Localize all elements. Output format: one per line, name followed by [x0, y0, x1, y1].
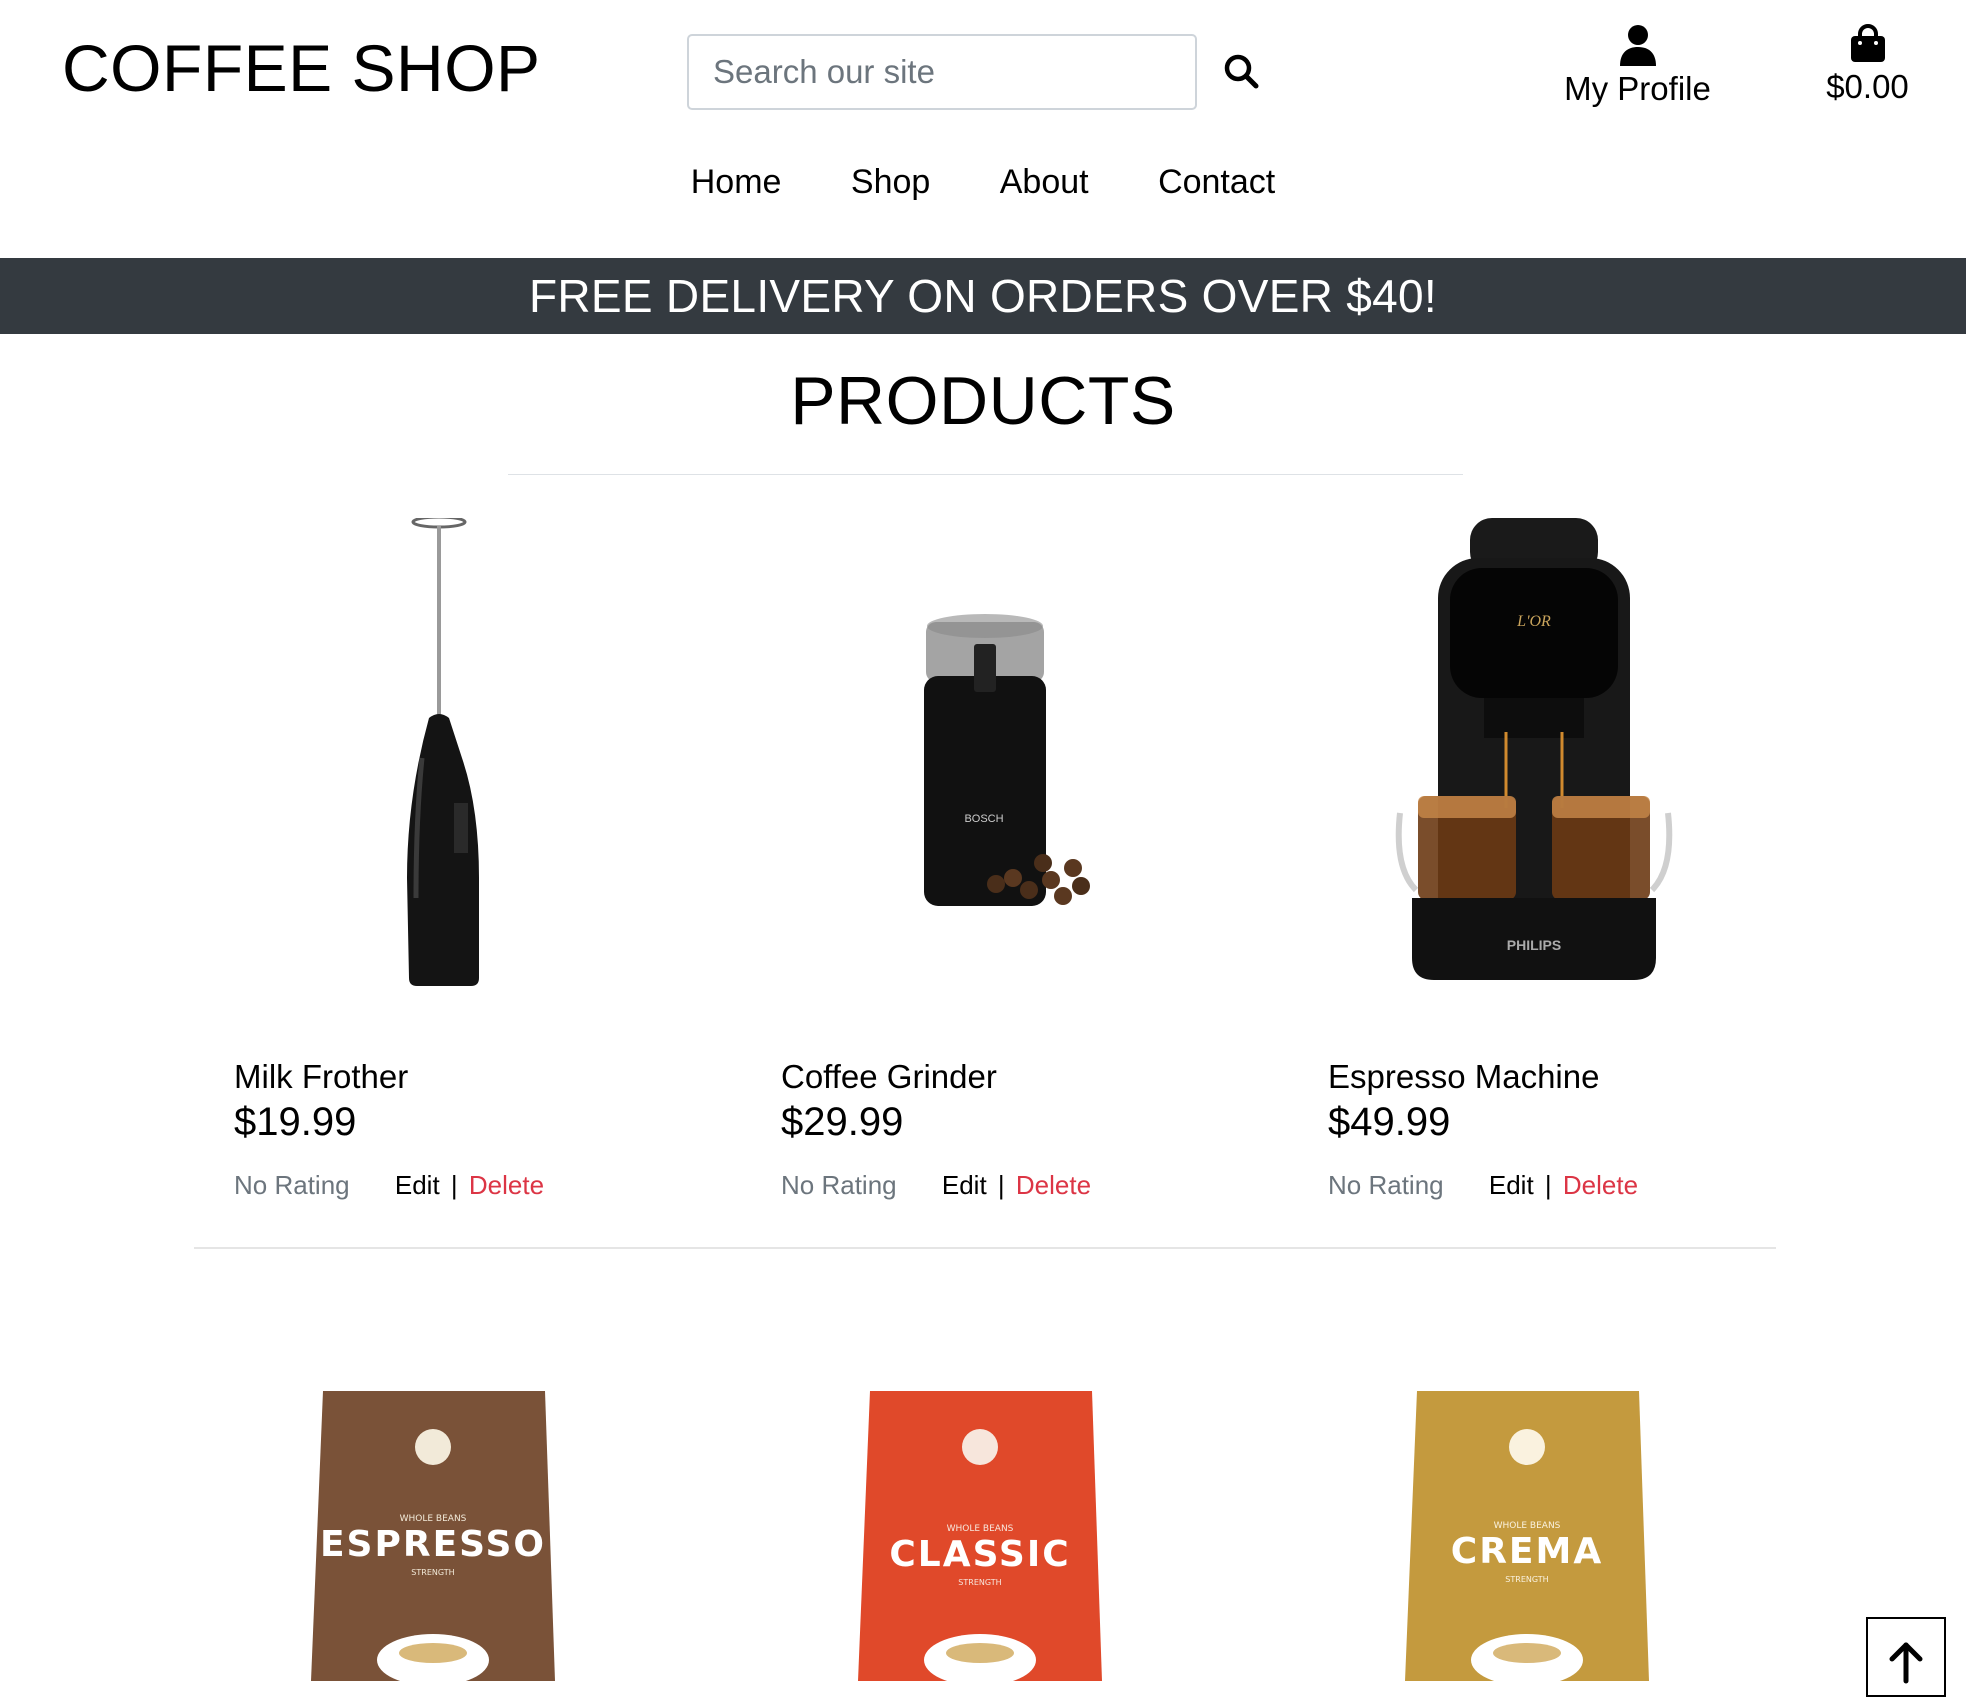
espresso-machine-image[interactable]: L'OR PHILIPS: [1328, 518, 1848, 998]
bag-tagline: WHOLE BEANS: [1494, 1521, 1561, 1531]
shopping-bag-icon: [1850, 24, 1885, 62]
edit-link[interactable]: Edit: [395, 1170, 440, 1200]
divider: [194, 1247, 1776, 1249]
search-input[interactable]: [687, 34, 1197, 110]
product-meta: No Rating Edit | Delete: [1328, 1170, 1638, 1201]
bag-tagline: WHOLE BEANS: [400, 1514, 467, 1524]
coffee-grinder-image[interactable]: BOSCH: [781, 518, 1301, 998]
product-rating: No Rating: [781, 1170, 897, 1200]
machine-brand: PHILIPS: [1507, 937, 1561, 953]
bag-tagline: WHOLE BEANS: [947, 1524, 1014, 1534]
bag-strength-label: STRENGTH: [1505, 1575, 1548, 1584]
bag-name: CREMA: [1451, 1531, 1603, 1572]
product-name[interactable]: Milk Frother: [234, 1058, 408, 1096]
milk-frother-image[interactable]: [234, 518, 754, 998]
nav-contact[interactable]: Contact: [1158, 163, 1275, 202]
separator: |: [450, 1170, 458, 1200]
search-icon: [1224, 54, 1259, 89]
page-title: PRODUCTS: [790, 363, 1176, 439]
my-profile-link[interactable]: My Profile: [1560, 24, 1715, 108]
user-icon: [1619, 25, 1656, 66]
bag-total: $0.00: [1826, 68, 1909, 105]
product-price: $29.99: [781, 1100, 904, 1144]
site-logo-text[interactable]: COFFEE SHOP: [62, 30, 541, 106]
classic-bag-image[interactable]: WHOLE BEANS CLASSIC STRENGTH: [830, 1385, 1130, 1685]
edit-link[interactable]: Edit: [1489, 1170, 1534, 1200]
divider: [508, 474, 1463, 475]
delete-link[interactable]: Delete: [1016, 1170, 1091, 1200]
bag-strength-label: STRENGTH: [958, 1578, 1001, 1587]
product-name[interactable]: Coffee Grinder: [781, 1058, 997, 1096]
search-button[interactable]: [1222, 52, 1262, 92]
machine-logo: L'OR: [1516, 613, 1551, 630]
grinder-brand: BOSCH: [964, 813, 1003, 825]
separator: |: [997, 1170, 1005, 1200]
edit-link[interactable]: Edit: [942, 1170, 987, 1200]
main-nav: Home Shop About Contact: [0, 163, 1966, 202]
back-to-top-button[interactable]: [1866, 1617, 1946, 1697]
delivery-banner: FREE DELIVERY ON ORDERS OVER $40!: [0, 258, 1966, 334]
product-price: $49.99: [1328, 1100, 1451, 1144]
nav-shop[interactable]: Shop: [851, 163, 930, 202]
bag-name: ESPRESSO: [320, 1524, 546, 1565]
separator: |: [1544, 1170, 1552, 1200]
arrow-up-icon: [1889, 1642, 1923, 1684]
crema-bag-image[interactable]: WHOLE BEANS CREMA STRENGTH: [1377, 1385, 1677, 1685]
bag-strength-label: STRENGTH: [411, 1568, 454, 1577]
product-rating: No Rating: [234, 1170, 350, 1200]
product-meta: No Rating Edit | Delete: [781, 1170, 1091, 1201]
search-form: [687, 34, 1197, 110]
product-rating: No Rating: [1328, 1170, 1444, 1200]
product-meta: No Rating Edit | Delete: [234, 1170, 544, 1201]
product-name[interactable]: Espresso Machine: [1328, 1058, 1599, 1096]
shopping-bag-link[interactable]: $0.00: [1810, 24, 1925, 106]
my-profile-label: My Profile: [1564, 70, 1711, 107]
product-price: $19.99: [234, 1100, 357, 1144]
nav-about[interactable]: About: [1000, 163, 1089, 202]
bag-name: CLASSIC: [889, 1534, 1070, 1575]
delete-link[interactable]: Delete: [1563, 1170, 1638, 1200]
espresso-bag-image[interactable]: WHOLE BEANS ESPRESSO STRENGTH: [283, 1385, 583, 1685]
delete-link[interactable]: Delete: [469, 1170, 544, 1200]
nav-home[interactable]: Home: [691, 163, 782, 202]
